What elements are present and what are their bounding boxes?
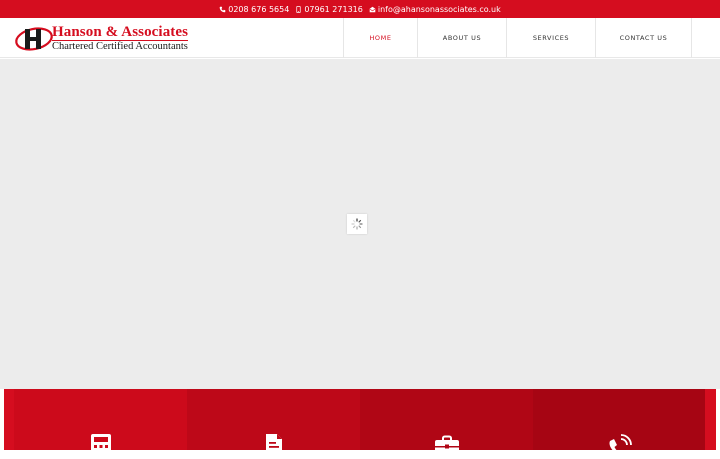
service-panel-business[interactable]: [360, 389, 533, 459]
service-panels: [4, 389, 716, 459]
email-icon: [369, 6, 376, 12]
site-logo[interactable]: Hanson & Associates Chartered Certified …: [14, 24, 189, 53]
nav-contact-us[interactable]: CONTACT US: [595, 18, 692, 58]
logo-name: Hanson & Associates: [52, 24, 189, 40]
email-contact[interactable]: info@ahansonassociates.co.uk: [369, 5, 501, 14]
service-panel-contact[interactable]: [533, 389, 705, 458]
briefcase-icon: [434, 435, 459, 459]
mobile-icon: [296, 5, 301, 13]
phone-contact[interactable]: 0208 676 5654: [219, 5, 289, 14]
service-panel-tax[interactable]: [187, 389, 360, 459]
logo-tagline: Chartered Certified Accountants: [52, 40, 189, 52]
mobile-number: 07961 271316: [304, 4, 363, 14]
nav-services[interactable]: SERVICES: [506, 18, 595, 58]
nav-home[interactable]: HOME: [343, 18, 417, 58]
phone-icon: [219, 6, 226, 12]
top-contact-bar: 0208 676 5654 07961 271316 info@ahansona…: [0, 0, 720, 18]
mobile-contact[interactable]: 07961 271316: [295, 5, 363, 14]
spinner-icon: [351, 218, 363, 230]
loading-spinner: [347, 214, 367, 234]
phone-number: 0208 676 5654: [228, 4, 290, 14]
site-header: Hanson & Associates Chartered Certified …: [0, 18, 720, 58]
logo-mark-icon: [15, 27, 53, 51]
service-panel-accounts[interactable]: [14, 389, 187, 459]
phone-ringing-icon: [609, 434, 632, 458]
hero-slider: [0, 59, 720, 389]
main-nav: HOME ABOUT US SERVICES CONTACT US: [343, 18, 692, 58]
nav-about-us[interactable]: ABOUT US: [417, 18, 506, 58]
calculator-icon: [90, 434, 111, 459]
document-icon: [265, 434, 282, 459]
email-address: info@ahansonassociates.co.uk: [377, 4, 501, 14]
